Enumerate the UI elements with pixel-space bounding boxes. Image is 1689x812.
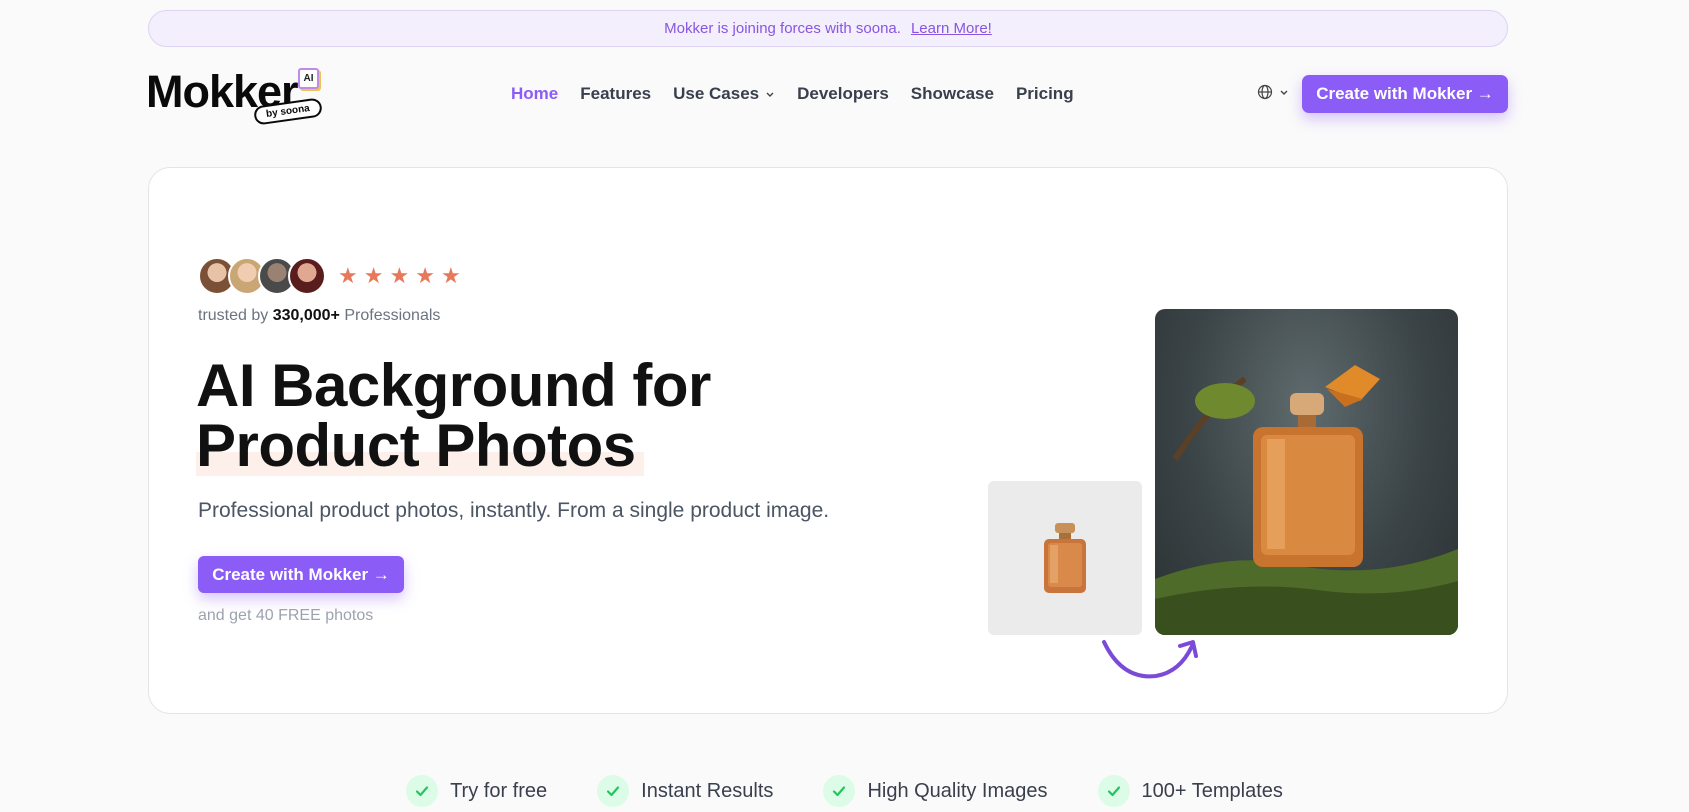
check-icon xyxy=(1097,775,1130,807)
mokker-logo[interactable]: Mokker AI by soona xyxy=(146,62,326,126)
star-icon: ★ xyxy=(338,263,358,288)
user-avatars xyxy=(198,257,326,295)
nav-developers[interactable]: Developers xyxy=(797,84,889,104)
headline-line-1: AI Background for xyxy=(196,352,711,419)
create-with-mokker-button[interactable]: Create with Mokker → xyxy=(1302,75,1508,113)
product-output-image xyxy=(1155,309,1458,635)
hero-create-button[interactable]: Create with Mokker → xyxy=(198,556,404,593)
nav-pricing[interactable]: Pricing xyxy=(1016,84,1074,104)
trusted-prefix: trusted by xyxy=(198,307,269,324)
feature-item: Try for free xyxy=(406,775,547,807)
learn-more-link[interactable]: Learn More! xyxy=(911,20,992,37)
feature-item: 100+ Templates xyxy=(1097,775,1283,807)
rating-stars: ★ ★ ★ ★ ★ xyxy=(338,265,461,287)
logo-ai-badge: AI xyxy=(298,68,319,89)
page-title: AI Background for Product Photos xyxy=(196,356,711,476)
chevron-down-icon xyxy=(1280,90,1288,95)
nav-use-cases[interactable]: Use Cases xyxy=(673,84,775,104)
feature-label: Instant Results xyxy=(641,779,774,802)
nav-home[interactable]: Home xyxy=(511,84,558,104)
free-photos-note: and get 40 FREE photos xyxy=(198,607,374,624)
feature-list: Try for free Instant Results High Quality … xyxy=(0,775,1689,807)
feature-label: 100+ Templates xyxy=(1141,779,1283,802)
star-icon: ★ xyxy=(415,263,435,288)
product-input-image xyxy=(988,481,1142,635)
hero-subtext: Professional product photos, instantly. … xyxy=(198,499,830,522)
check-icon xyxy=(597,775,630,807)
feature-item: Instant Results xyxy=(597,775,773,807)
language-selector[interactable] xyxy=(1257,84,1289,100)
banner-text: Mokker is joining forces with soona. xyxy=(664,20,901,37)
announcement-banner: Mokker is joining forces with soona. Lea… xyxy=(148,10,1508,47)
feature-item: High Quality Images xyxy=(823,775,1048,807)
check-icon xyxy=(406,775,439,807)
headline-line-2: Product Photos xyxy=(196,416,644,476)
chevron-down-icon xyxy=(766,92,774,97)
trusted-count: 330,000+ xyxy=(272,307,340,324)
trusted-suffix: Professionals xyxy=(344,307,441,324)
feature-label: High Quality Images xyxy=(867,779,1048,802)
avatar xyxy=(288,257,326,295)
star-icon: ★ xyxy=(363,263,384,288)
trusted-by-text: trusted by 330,000+ Professionals xyxy=(198,307,440,325)
transform-arrow-icon xyxy=(1102,640,1198,679)
check-icon xyxy=(823,775,856,807)
feature-label: Try for free xyxy=(450,779,548,802)
globe-icon xyxy=(1257,84,1273,100)
star-icon: ★ xyxy=(389,263,410,288)
star-icon: ★ xyxy=(440,263,461,288)
main-nav: Home Features Use Cases Developers Showc… xyxy=(511,84,1096,104)
nav-use-cases-label: Use Cases xyxy=(673,84,760,103)
nav-showcase[interactable]: Showcase xyxy=(911,84,994,104)
nav-features[interactable]: Features xyxy=(580,84,651,104)
